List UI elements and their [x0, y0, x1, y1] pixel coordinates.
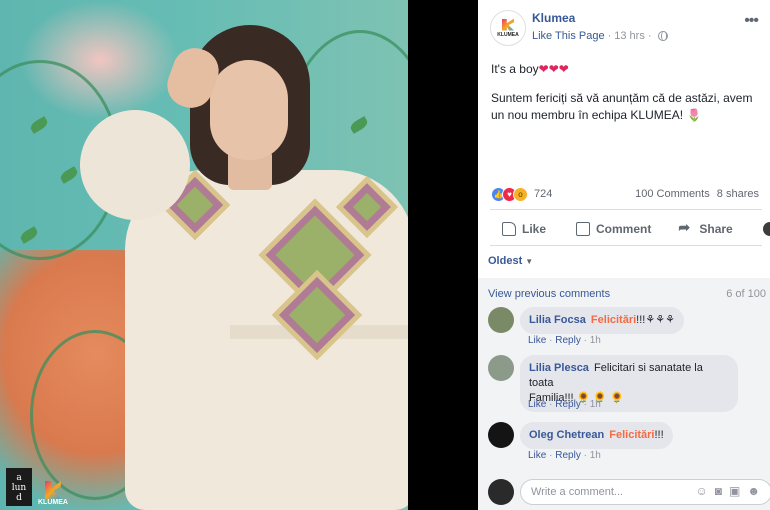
engagement-counts: 100 Comments 8 shares	[631, 188, 759, 200]
klumea-logo-text: KLUMEA	[38, 499, 68, 506]
wow-reaction-icon: o	[513, 187, 528, 202]
composer-icons: ☺ ◙ ▣ ☻	[696, 484, 761, 498]
comments-section: View previous comments 6 of 100 Lilia Fo…	[478, 278, 770, 510]
post-actions: Like Comment Share ▼	[490, 215, 770, 243]
comment-button[interactable]: Comment	[576, 222, 651, 236]
reactions-bar: 👍 ♥ o 724 100 Comments 8 shares	[491, 187, 763, 203]
comment-item: Lilia Plesca Felicitari si sanatate la t…	[488, 355, 768, 415]
avatar-label: KLUMEA	[497, 31, 519, 38]
share-button-label: Share	[699, 222, 733, 236]
thumbs-up-icon	[502, 222, 516, 236]
post-header: KLUMEA Klumea Like This Page · 13 hrs · …	[490, 10, 762, 50]
share-icon	[678, 219, 693, 236]
comment-bubble: Lilia Focsa Felicitări!!!⚘⚘⚘	[520, 307, 684, 334]
post-viewer: a lun d KLUMEA KLUMEA Klumea Like This Pag…	[0, 0, 770, 510]
comment-icon	[576, 222, 591, 236]
post-timestamp[interactable]: 13 hrs	[614, 30, 645, 42]
sort-label: Oldest	[488, 255, 523, 267]
emoji-icon[interactable]: ☺	[696, 484, 708, 498]
more-options-icon[interactable]: •••	[744, 12, 759, 30]
like-this-page-link[interactable]: Like This Page	[532, 30, 605, 42]
comment-text: !!!	[654, 429, 664, 441]
share-button[interactable]: Share	[678, 219, 733, 236]
comment-reply-link[interactable]: Reply	[555, 335, 581, 346]
avatar[interactable]	[488, 355, 514, 381]
like-button-label: Like	[522, 222, 547, 236]
face	[210, 60, 288, 160]
reaction-count[interactable]: 724	[534, 188, 552, 200]
comment-meta: Like · Reply · 1h	[528, 335, 601, 346]
commenter-name[interactable]: Lilia Plesca	[529, 362, 589, 374]
reaction-author-selector[interactable]: ▼	[762, 222, 770, 236]
comment-like-link[interactable]: Like	[528, 399, 546, 410]
comment-highlight[interactable]: Felicitări	[591, 314, 636, 326]
shares-count-link[interactable]: 8 shares	[717, 188, 759, 200]
globe-icon	[657, 31, 668, 41]
like-button[interactable]: Like	[502, 222, 546, 236]
comment-text: !!!⚘⚘⚘	[636, 314, 675, 326]
user-avatar	[488, 479, 514, 505]
woman-figure	[61, 20, 408, 510]
post-photo[interactable]: a lun d KLUMEA	[0, 0, 408, 510]
comment-time[interactable]: 1h	[590, 335, 601, 346]
comment-meta: Like · Reply · 1h	[528, 450, 601, 461]
klumea-k-icon	[502, 18, 514, 31]
comment-time[interactable]: 1h	[590, 399, 601, 410]
commenter-name[interactable]: Lilia Focsa	[529, 314, 586, 326]
camera-icon[interactable]: ◙	[715, 484, 722, 498]
post-line-1: It's a boy❤❤❤	[491, 61, 763, 78]
commenter-name[interactable]: Oleg Chetrean	[529, 429, 604, 441]
comment-composer: Write a comment... ☺ ◙ ▣ ☻	[488, 479, 770, 505]
comment-highlight[interactable]: Felicitări	[609, 429, 654, 441]
comment-time[interactable]: 1h	[590, 450, 601, 461]
comment-like-link[interactable]: Like	[528, 335, 546, 346]
meta-separator: ·	[607, 30, 612, 42]
page-name-link[interactable]: Klumea	[532, 11, 575, 25]
divider	[490, 245, 762, 246]
comment-sort-dropdown[interactable]: Oldest ▼	[488, 255, 533, 267]
post-body: It's a boy❤❤❤ Suntem fericiți să vă anun…	[491, 61, 763, 136]
hearts-emoji: ❤❤❤	[538, 62, 569, 76]
sticker-icon[interactable]: ☻	[747, 484, 760, 498]
post-panel: KLUMEA Klumea Like This Page · 13 hrs · …	[478, 0, 770, 510]
comment-bubble: Oleg Chetrean Felicitări!!!	[520, 422, 673, 449]
post-line-2: Suntem fericiți să vă anunțăm că de astă…	[491, 90, 763, 124]
klumea-logo: KLUMEA	[38, 481, 68, 506]
comment-like-link[interactable]: Like	[528, 450, 546, 461]
avatar[interactable]	[488, 422, 514, 448]
post-text-line-2: Suntem fericiți să vă anunțăm că de astă…	[491, 91, 753, 122]
gif-icon[interactable]: ▣	[729, 484, 740, 498]
comments-count-link[interactable]: 100 Comments	[635, 188, 710, 200]
meta-separator: ·	[647, 30, 652, 42]
user-avatar	[762, 222, 770, 236]
page-avatar[interactable]: KLUMEA	[490, 10, 526, 46]
tulip-emoji: 🌷	[686, 108, 702, 122]
photo-watermark: a lun d KLUMEA	[6, 466, 70, 506]
post-meta: Like This Page · 13 hrs ·	[532, 30, 668, 42]
chevron-down-icon: ▼	[525, 257, 534, 266]
post-text-line-1: It's a boy	[491, 62, 539, 76]
reaction-icons[interactable]: 👍 ♥ o	[491, 187, 528, 202]
comment-item: Lilia Focsa Felicitări!!!⚘⚘⚘ Like · Repl…	[488, 307, 768, 349]
comment-range: 6 of 100	[726, 288, 766, 300]
view-previous-comments-link[interactable]: View previous comments	[488, 288, 610, 300]
klumea-k-icon	[44, 481, 61, 499]
divider	[490, 209, 762, 210]
comment-reply-link[interactable]: Reply	[555, 399, 581, 410]
alunaid-logo: a lun d	[6, 468, 32, 506]
comment-button-label: Comment	[596, 222, 652, 236]
comment-reply-link[interactable]: Reply	[555, 450, 581, 461]
comment-input-placeholder: Write a comment...	[531, 486, 624, 498]
comment-item: Oleg Chetrean Felicitări!!! Like · Reply…	[488, 422, 768, 464]
avatar[interactable]	[488, 307, 514, 333]
comment-meta: Like · Reply · 1h	[528, 399, 601, 410]
